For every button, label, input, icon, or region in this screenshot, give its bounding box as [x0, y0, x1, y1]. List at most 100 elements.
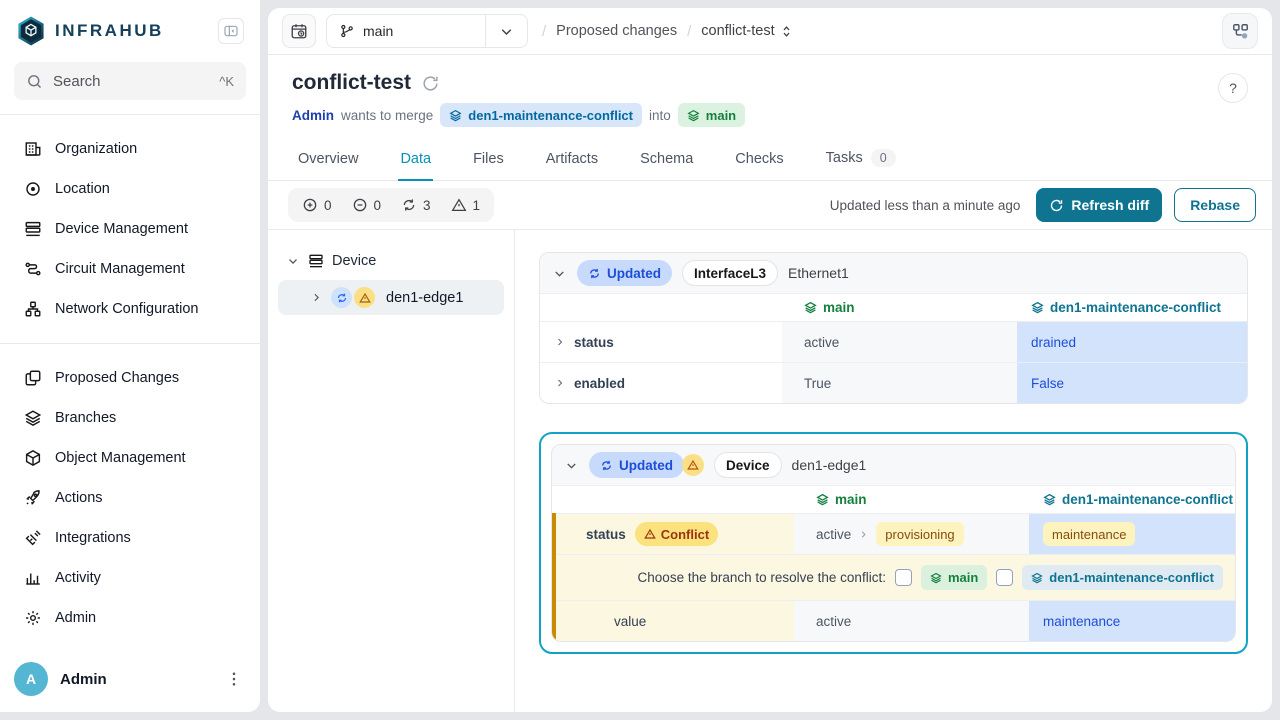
object-kind-badge: InterfaceL3 — [682, 260, 778, 286]
sidebar-item-label: Branches — [55, 410, 116, 426]
branch-selector-value[interactable]: main — [327, 15, 485, 47]
diff-column-headers: main den1-maintenance-conflict — [540, 294, 1247, 321]
time-travel-button[interactable] — [282, 14, 316, 48]
chevron-down-icon[interactable] — [552, 266, 567, 281]
diff-pane: Updated InterfaceL3 Ethernet1 main — [515, 230, 1272, 712]
resolve-main-checkbox[interactable] — [895, 569, 912, 586]
resolve-branch-badge[interactable]: den1-maintenance-conflict — [1022, 565, 1223, 590]
tree-node-den1-edge1[interactable]: den1-edge1 — [278, 280, 504, 315]
chevron-down-icon — [498, 23, 515, 40]
branch-selector-caret[interactable] — [485, 15, 527, 47]
chevron-right-icon — [858, 529, 869, 540]
sidebar-item-actions[interactable]: Actions — [14, 478, 246, 518]
sidebar-item-label: Location — [55, 181, 110, 197]
sidebar-item-proposed-changes[interactable]: Proposed Changes — [14, 358, 246, 398]
sync-icon — [600, 459, 613, 472]
sidebar-item-activity[interactable]: Activity — [14, 558, 246, 598]
tab-tasks[interactable]: Tasks0 — [824, 141, 898, 181]
sidebar-item-label: Device Management — [55, 221, 188, 237]
diff-row-enabled[interactable]: enabled True False — [540, 362, 1247, 403]
resolve-prompt: Choose the branch to resolve the conflic… — [638, 570, 886, 585]
sidebar-item-label: Object Management — [55, 450, 186, 466]
current-branch-label: main — [363, 23, 393, 39]
sidebar-item-device-management[interactable]: Device Management — [14, 209, 246, 249]
sync-icon — [588, 267, 601, 280]
app-name: INFRAHUB — [55, 21, 164, 41]
search-input[interactable]: Search ^K — [14, 62, 246, 100]
diff-stat-value: 1 — [473, 198, 481, 213]
sidebar-item-circuit-management[interactable]: Circuit Management — [14, 249, 246, 289]
source-branch-badge[interactable]: den1-maintenance-conflict — [440, 103, 642, 127]
tab-checks[interactable]: Checks — [733, 143, 785, 181]
sidebar-item-label: Activity — [55, 570, 101, 586]
column-header-branch: den1-maintenance-conflict — [1017, 294, 1247, 321]
cube-icon — [24, 449, 42, 467]
user-options-button[interactable] — [222, 667, 246, 691]
sidebar-item-branches[interactable]: Branches — [14, 398, 246, 438]
rocket-icon — [24, 489, 42, 507]
tab-overview[interactable]: Overview — [296, 143, 360, 181]
sidebar-item-label: Proposed Changes — [55, 370, 179, 386]
sidebar-nav-group-1: Proposed Changes Branches Object Managemen… — [14, 352, 246, 638]
user-menu[interactable]: A Admin — [14, 662, 246, 696]
conflict-warning-icon — [682, 454, 704, 476]
sidebar-item-label: Admin — [55, 610, 96, 626]
sidebar-item-admin[interactable]: Admin — [14, 598, 246, 638]
sidebar-item-network-configuration[interactable]: Network Configuration — [14, 289, 246, 329]
tab-artifacts[interactable]: Artifacts — [544, 143, 600, 181]
merge-summary: Admin wants to merge den1-maintenance-co… — [292, 103, 1248, 127]
resolve-branch-checkbox[interactable] — [996, 569, 1013, 586]
diff-row-status-conflict[interactable]: status Conflict active — [556, 513, 1235, 554]
chevron-right-icon[interactable] — [554, 377, 566, 389]
app-logo[interactable]: INFRAHUB — [16, 16, 164, 46]
tab-count-badge: 0 — [871, 149, 896, 167]
diff-tree-pane: Device den1-edge1 — [268, 230, 515, 712]
diff-row-status[interactable]: status active drained — [540, 321, 1247, 362]
sidebar-item-label: Organization — [55, 141, 137, 157]
diff-column-headers: main den1-maintenance-conflict — [552, 486, 1235, 513]
rebase-button[interactable]: Rebase — [1174, 188, 1256, 222]
calendar-clock-icon — [290, 22, 308, 40]
sidebar-item-label: Integrations — [55, 530, 131, 546]
sidebar-collapse-button[interactable] — [218, 18, 244, 44]
main-panel: main / Proposed changes / conflict-test — [268, 8, 1272, 712]
value-label: value — [556, 601, 794, 641]
diff-row-value[interactable]: value active maintenance — [556, 600, 1235, 641]
sidebar-item-integrations[interactable]: Integrations — [14, 518, 246, 558]
sidebar-item-location[interactable]: Location — [14, 169, 246, 209]
refresh-title-icon[interactable] — [421, 74, 440, 93]
conflict-badge: Conflict — [635, 522, 718, 546]
refresh-diff-button[interactable]: Refresh diff — [1036, 188, 1162, 222]
tab-label: Files — [473, 151, 504, 167]
git-branch-icon — [339, 23, 355, 39]
breadcrumb-proposed-changes[interactable]: Proposed changes — [556, 23, 677, 39]
merge-author: Admin — [292, 108, 334, 123]
breadcrumb: / Proposed changes / conflict-test — [542, 23, 794, 40]
infrahub-logo-icon — [16, 16, 46, 46]
search-icon — [26, 73, 43, 90]
plug-icon — [24, 529, 42, 547]
breadcrumb-current[interactable]: conflict-test — [701, 23, 793, 39]
updated-status-icon — [331, 287, 352, 308]
tab-label: Checks — [735, 151, 783, 167]
help-button[interactable]: ? — [1218, 73, 1248, 103]
gear-icon — [24, 609, 42, 627]
tab-files[interactable]: Files — [471, 143, 506, 181]
schema-visualizer-button[interactable] — [1222, 13, 1258, 49]
target-branch-badge[interactable]: main — [678, 103, 745, 127]
diff-card-header[interactable]: Updated Device den1-edge1 — [552, 445, 1235, 486]
diff-card-header[interactable]: Updated InterfaceL3 Ethernet1 — [540, 253, 1247, 294]
branch-selector[interactable]: main — [326, 14, 528, 48]
chevron-right-icon[interactable] — [554, 336, 566, 348]
into-text: into — [649, 108, 671, 123]
tab-data[interactable]: Data — [398, 143, 433, 181]
tree-node-device[interactable]: Device — [278, 245, 504, 277]
tab-schema[interactable]: Schema — [638, 143, 695, 181]
sidebar-divider — [0, 114, 260, 115]
location-icon — [24, 180, 42, 198]
sidebar-item-object-management[interactable]: Object Management — [14, 438, 246, 478]
resolve-main-badge[interactable]: main — [921, 565, 987, 590]
sidebar-item-organization[interactable]: Organization — [14, 129, 246, 169]
chevron-down-icon[interactable] — [564, 458, 579, 473]
collapse-sidebar-icon — [223, 23, 239, 39]
